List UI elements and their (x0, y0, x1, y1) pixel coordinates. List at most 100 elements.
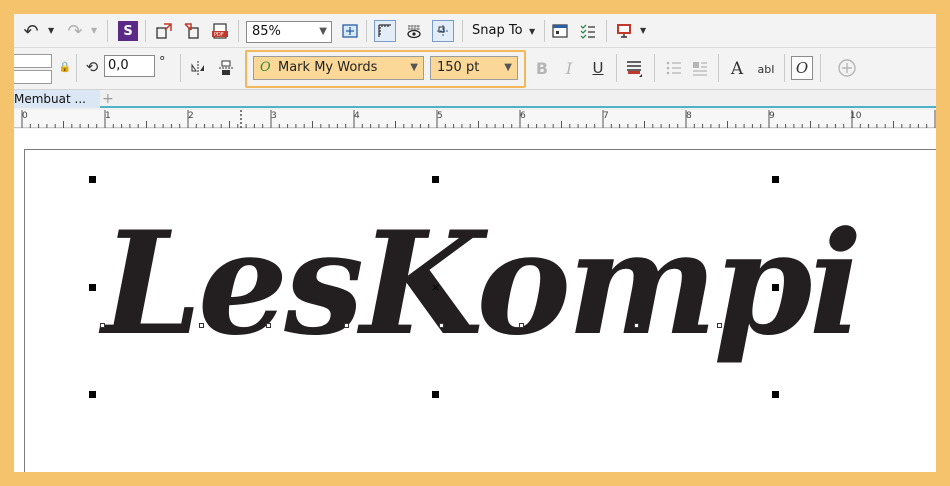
zoom-level-select[interactable]: 85% ▼ (246, 21, 332, 43)
mirror-horizontal-icon[interactable] (188, 58, 208, 78)
ruler-label: 5 (437, 111, 443, 121)
character-node[interactable] (519, 323, 524, 328)
toolbar-separator (145, 20, 146, 42)
selection-handle-top-right[interactable] (772, 176, 779, 183)
add-icon[interactable] (836, 57, 858, 79)
show-rulers-icon[interactable] (374, 20, 396, 42)
toolbar-separator (180, 54, 181, 82)
selection-handle-top-center[interactable] (432, 176, 439, 183)
underline-icon[interactable]: U (588, 58, 608, 78)
character-node[interactable] (199, 323, 204, 328)
drop-cap-icon[interactable] (690, 58, 710, 78)
undo-icon[interactable]: ↶ (20, 21, 42, 42)
ruler-label: 8 (686, 111, 692, 121)
options-icon[interactable] (550, 21, 570, 41)
mirror-vertical-icon[interactable] (216, 58, 236, 78)
toolbar-separator (366, 20, 367, 42)
snap-to-dropdown-icon[interactable]: ▼ (529, 27, 535, 36)
tab-document[interactable]: Membuat ... (14, 90, 100, 108)
character-node[interactable] (100, 323, 105, 328)
ruler-label: 6 (520, 111, 526, 121)
selection-handle-top-left[interactable] (89, 176, 96, 183)
toolbar-separator (718, 54, 719, 82)
redo-icon[interactable]: ↷ (64, 21, 86, 42)
snap-to-menu[interactable]: Snap To (472, 23, 523, 38)
export-icon[interactable] (182, 21, 202, 41)
ruler-label: 3 (271, 111, 277, 121)
artistic-text-object[interactable]: LesKompi (102, 184, 863, 384)
full-screen-preview-icon[interactable] (340, 21, 360, 41)
italic-icon[interactable]: I (559, 58, 579, 78)
character-node[interactable] (717, 323, 722, 328)
property-bar: 🔒 ⟲ 0,0 ° O Mark My Words ▼ 150 pt ▼ B I… (14, 48, 936, 90)
redo-dropdown-icon[interactable]: ▼ (91, 26, 97, 35)
toolbar-separator (238, 20, 239, 42)
toolbar-separator (616, 54, 617, 82)
ruler-label: 0 (22, 111, 28, 121)
export-pdf-icon[interactable]: PDF (210, 21, 230, 41)
ruler-label: 2 (188, 111, 194, 121)
snap-to-label: Snap To (472, 23, 523, 38)
character-node[interactable] (634, 323, 639, 328)
selection-handle-bottom-center[interactable] (432, 391, 439, 398)
drawing-canvas[interactable]: LesKompi × (14, 129, 936, 472)
object-width-field[interactable] (14, 54, 52, 68)
character-node[interactable] (344, 323, 349, 328)
ruler-label: 9 (769, 111, 775, 121)
character-node[interactable] (439, 323, 444, 328)
add-tab-icon[interactable]: + (102, 91, 114, 107)
text-alignment-icon[interactable] (624, 58, 646, 80)
toolbar-separator (544, 20, 545, 42)
font-size-value: 150 pt (437, 60, 480, 75)
toolbar-separator (820, 54, 821, 82)
ruler-label: 1 (105, 111, 111, 121)
rotation-angle-input[interactable]: 0,0 (104, 55, 155, 77)
toolbar-separator (784, 54, 785, 82)
guidelines-icon[interactable] (432, 20, 454, 42)
launch-icon[interactable] (614, 21, 634, 41)
selection-handle-middle-left[interactable] (89, 284, 96, 291)
chevron-down-icon: ▼ (504, 62, 512, 73)
checklist-icon[interactable] (578, 21, 598, 41)
lock-ratio-icon[interactable]: 🔒 (58, 60, 72, 74)
chevron-down-icon: ▼ (319, 26, 327, 37)
bullet-list-icon[interactable] (664, 58, 684, 78)
selection-handle-bottom-right[interactable] (772, 391, 779, 398)
zoom-level-value: 85% (252, 24, 281, 39)
font-size-select[interactable]: 150 pt ▼ (430, 56, 518, 80)
toolbar-separator (107, 20, 108, 42)
degree-symbol: ° (159, 55, 166, 70)
ruler-label: 4 (354, 111, 360, 121)
text-properties-icon[interactable]: A (726, 58, 748, 80)
rotation-angle-value: 0,0 (108, 58, 129, 73)
object-height-field[interactable] (14, 70, 52, 84)
opentype-font-icon: O (260, 60, 271, 75)
edit-text-icon[interactable]: abI (754, 58, 778, 80)
page-border-left (24, 149, 25, 472)
launch-dropdown-icon[interactable]: ▼ (640, 26, 646, 35)
chevron-down-icon: ▼ (410, 62, 418, 73)
import-icon[interactable] (154, 21, 174, 41)
toolbar-separator (462, 20, 463, 42)
toolbar-separator (606, 20, 607, 42)
rotation-icon: ⟲ (85, 58, 99, 76)
publish-icon[interactable]: S (118, 21, 138, 41)
corel-draw-window: ↶ ▼ ↷ ▼ S PDF 85% ▼ Snap To ▼ ▼ 🔒 ⟲ 0,0 … (14, 14, 936, 472)
selection-handle-middle-right[interactable] (772, 284, 779, 291)
font-list-select[interactable]: O Mark My Words ▼ (253, 56, 424, 80)
ruler-label: 7 (603, 111, 609, 121)
selection-handle-bottom-left[interactable] (89, 391, 96, 398)
tab-document-label: Membuat ... (14, 92, 86, 106)
document-tab-bar: Membuat ... + (14, 90, 936, 108)
standard-toolbar: ↶ ▼ ↷ ▼ S PDF 85% ▼ Snap To ▼ ▼ (14, 14, 936, 48)
bold-icon[interactable]: B (532, 58, 552, 78)
svg-text:PDF: PDF (214, 32, 224, 38)
undo-dropdown-icon[interactable]: ▼ (48, 26, 54, 35)
opentype-icon[interactable]: O (791, 56, 813, 80)
center-of-rotation-icon[interactable]: × (431, 281, 440, 294)
character-node[interactable] (266, 323, 271, 328)
horizontal-ruler[interactable]: 0 1 2 3 4 5 6 7 8 9 10 (14, 110, 936, 128)
toolbar-separator (76, 54, 77, 82)
toolbar-separator (654, 54, 655, 82)
wireframe-view-icon[interactable] (404, 21, 424, 41)
